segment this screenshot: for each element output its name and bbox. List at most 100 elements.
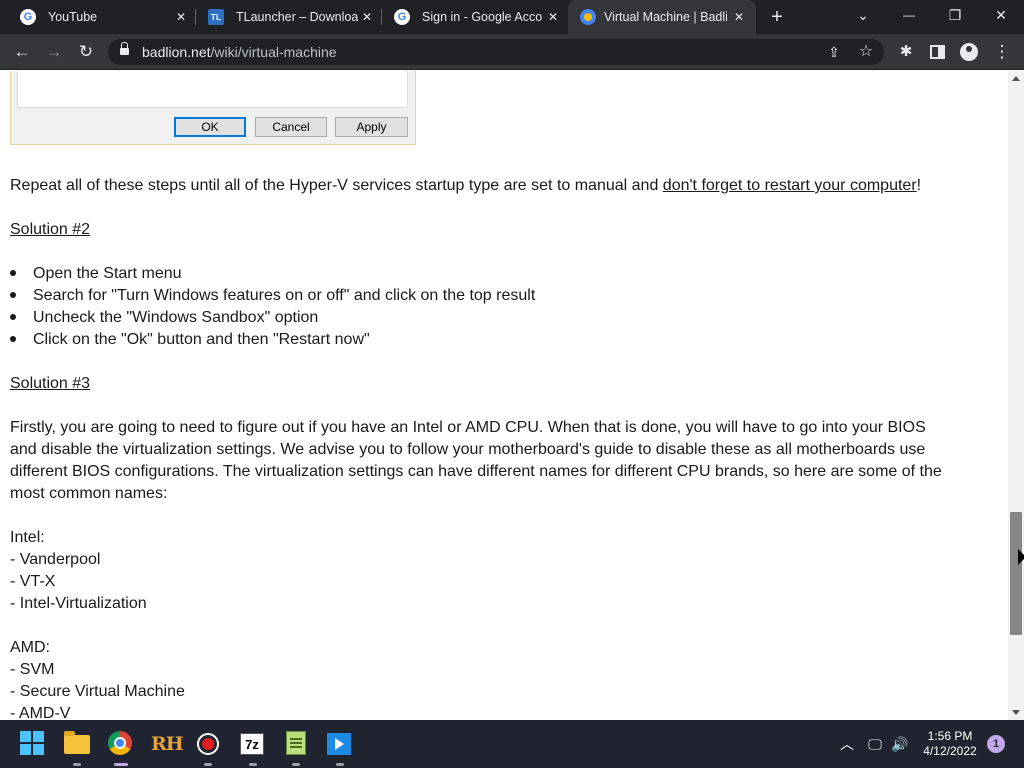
clock-time: 1:56 PM xyxy=(927,729,973,743)
reload-button[interactable]: ↻ xyxy=(74,40,98,64)
tab-youtube[interactable]: YouTube ✕ xyxy=(8,0,196,34)
page-scrollbar[interactable] xyxy=(1008,71,1024,720)
7zip-icon: 7z xyxy=(240,733,264,755)
cancel-button[interactable]: Cancel xyxy=(255,117,327,137)
dialog-panel xyxy=(17,71,408,108)
browser-toolbar: ← → ↻ badlion.net/wiki/virtual-machine ⇪… xyxy=(0,34,1024,70)
tab-tlauncher[interactable]: TL TLauncher – Download ✕ xyxy=(196,0,382,34)
windows-logo-icon xyxy=(20,731,46,755)
close-tab-icon[interactable]: ✕ xyxy=(731,9,747,25)
list-item: Uncheck the "Windows Sandbox" option xyxy=(33,309,319,326)
url-text[interactable]: badlion.net/wiki/virtual-machine xyxy=(142,44,337,60)
back-button[interactable]: ← xyxy=(10,40,34,64)
bullet xyxy=(10,336,16,342)
system-clock[interactable]: 1:56 PM 4/12/2022 xyxy=(918,729,982,759)
restart-computer-link[interactable]: don't forget to restart your computer xyxy=(663,177,917,194)
tab-strip: YouTube ✕ TL TLauncher – Download ✕ Sign… xyxy=(0,0,1024,34)
tlauncher-favicon-icon: TL xyxy=(208,9,224,25)
lock-icon[interactable] xyxy=(120,42,129,57)
amd-label: AMD: xyxy=(10,639,50,656)
solution-3-paragraph-line: and disable the virtualization settings.… xyxy=(10,441,926,458)
tab-title: YouTube xyxy=(48,10,98,24)
solution-3-heading: Solution #3 xyxy=(10,375,91,392)
running-indicator xyxy=(73,763,81,766)
scrollbar-thumb[interactable] xyxy=(1010,512,1022,635)
notification-badge[interactable]: 1 xyxy=(987,735,1005,753)
apply-button[interactable]: Apply xyxy=(335,117,408,137)
running-indicator xyxy=(336,763,344,766)
scroll-up-arrow-icon[interactable] xyxy=(1012,76,1020,81)
intel-label: Intel: xyxy=(10,529,45,546)
scroll-down-arrow-icon[interactable] xyxy=(1012,710,1020,715)
mouse-cursor-icon xyxy=(1018,549,1024,565)
network-icon[interactable]: 🖵 xyxy=(865,734,885,754)
file-explorer-button[interactable] xyxy=(64,731,90,766)
solution-3-paragraph-line: Firstly, you are going to need to figure… xyxy=(10,419,926,436)
minimize-button[interactable]: — xyxy=(886,0,932,34)
google-favicon-icon xyxy=(394,9,410,25)
close-window-button[interactable]: ✕ xyxy=(978,0,1024,34)
badlion-favicon-icon xyxy=(580,9,596,25)
share-icon[interactable]: ⇪ xyxy=(824,42,844,62)
list-item: Click on the "Ok" button and then "Resta… xyxy=(33,331,370,348)
rh-app-icon: RH xyxy=(151,733,184,755)
notepad-plus-plus-icon xyxy=(286,731,306,755)
google-favicon-icon xyxy=(20,9,36,25)
tab-title: TLauncher – Download xyxy=(236,10,358,24)
list-item: Open the Start menu xyxy=(33,265,182,282)
tab-title: Virtual Machine | Badlio xyxy=(604,10,727,24)
restore-button[interactable]: ❐ xyxy=(932,0,978,34)
close-tab-icon[interactable]: ✕ xyxy=(173,9,189,25)
media-player-icon xyxy=(327,733,351,755)
solution-2-heading: Solution #2 xyxy=(10,221,91,238)
show-hidden-icons-chevron-icon[interactable]: ︿ xyxy=(837,734,857,754)
close-tab-icon[interactable]: ✕ xyxy=(359,9,375,25)
side-panel-icon[interactable] xyxy=(930,45,945,59)
chrome-icon xyxy=(108,731,132,755)
running-indicator xyxy=(114,763,128,766)
rh-taskbar-button[interactable]: RH xyxy=(151,731,184,757)
folder-icon xyxy=(64,731,90,754)
notepad-taskbar-button[interactable] xyxy=(283,731,309,766)
running-indicator xyxy=(249,763,257,766)
intel-setting-name: - Intel-Virtualization xyxy=(10,595,147,612)
tab-google-signin[interactable]: Sign in - Google Accou ✕ xyxy=(382,0,568,34)
chrome-menu-icon[interactable]: ⋮ xyxy=(991,41,1013,63)
running-indicator xyxy=(292,763,300,766)
chrome-taskbar-button[interactable] xyxy=(108,731,134,766)
amd-setting-name: - SVM xyxy=(10,661,55,678)
solution-3-paragraph-line: most common names: xyxy=(10,485,168,502)
media-player-taskbar-button[interactable] xyxy=(327,731,353,766)
forward-button[interactable]: → xyxy=(42,40,66,64)
tab-title: Sign in - Google Accou xyxy=(422,10,542,24)
bullet xyxy=(10,292,16,298)
bookmark-star-icon[interactable]: ☆ xyxy=(856,42,876,62)
record-icon xyxy=(197,733,219,755)
extensions-icon[interactable]: ✱ xyxy=(895,41,917,63)
amd-setting-name: - Secure Virtual Machine xyxy=(10,683,185,700)
windows-taskbar: RH 7z ︿ 🖵 🔊 1:56 PM 4/12/2022 1 xyxy=(0,720,1024,768)
bullet xyxy=(10,270,16,276)
service-properties-dialog: OK Cancel Apply xyxy=(10,71,416,145)
page-viewport: OK Cancel Apply Repeat all of these step… xyxy=(0,71,1008,720)
intel-setting-name: - VT-X xyxy=(10,573,56,590)
start-button[interactable] xyxy=(20,731,46,757)
running-indicator xyxy=(204,763,212,766)
amd-setting-name: - AMD-V xyxy=(10,705,71,720)
volume-icon[interactable]: 🔊 xyxy=(890,734,910,754)
tab-virtual-machine[interactable]: Virtual Machine | Badlio ✕ xyxy=(568,0,756,34)
list-item: Search for "Turn Windows features on or … xyxy=(33,287,536,304)
address-bar[interactable]: badlion.net/wiki/virtual-machine ⇪ ☆ xyxy=(108,39,884,65)
close-tab-icon[interactable]: ✕ xyxy=(545,9,561,25)
new-tab-button[interactable]: + xyxy=(766,6,788,28)
clock-date: 4/12/2022 xyxy=(923,744,977,758)
ok-button[interactable]: OK xyxy=(174,117,246,137)
recorder-taskbar-button[interactable] xyxy=(195,731,221,766)
repeat-steps-paragraph: Repeat all of these steps until all of t… xyxy=(10,177,922,194)
7zip-taskbar-button[interactable]: 7z xyxy=(240,731,266,766)
profile-avatar[interactable] xyxy=(960,43,978,61)
tab-search-dropdown-icon[interactable]: ⌄ xyxy=(840,0,886,34)
intel-setting-name: - Vanderpool xyxy=(10,551,101,568)
bullet xyxy=(10,314,16,320)
solution-3-paragraph-line: different BIOS configurations. The virtu… xyxy=(10,463,942,480)
